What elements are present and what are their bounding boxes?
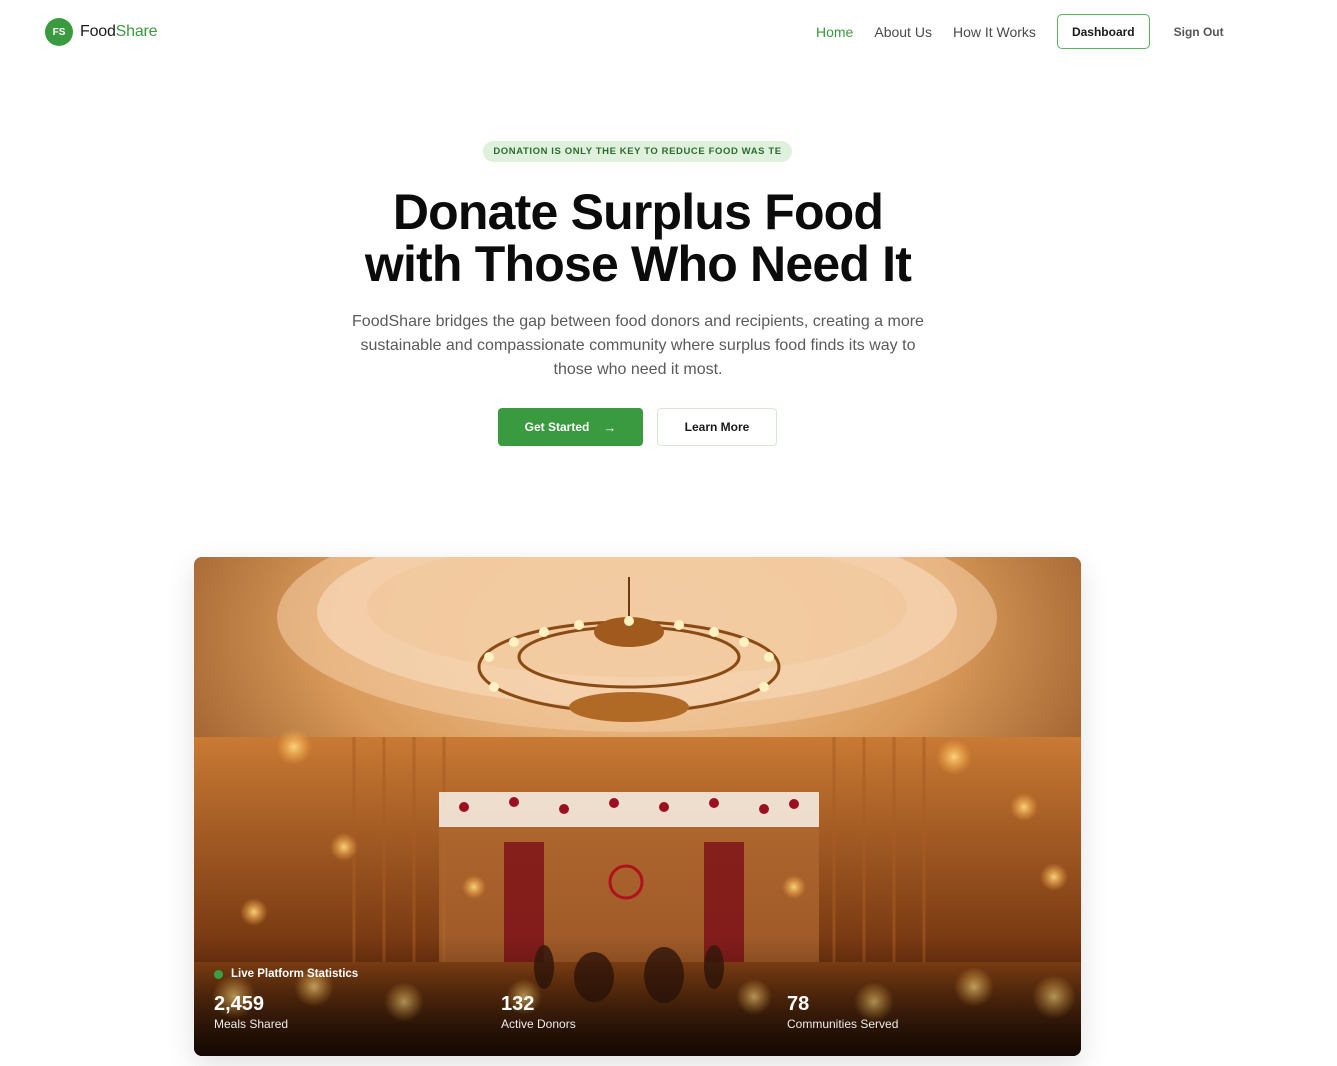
stat-value: 78 [787,993,810,1015]
brand-name-part1: Food [80,23,116,40]
learn-more-button[interactable]: Learn More [657,408,777,446]
brand-name: FoodShare [80,23,158,41]
stat-meals-shared: 2,459 Meals Shared [214,993,288,1031]
sign-out-link[interactable]: Sign Out [1174,25,1224,39]
nav-link-home[interactable]: Home [816,24,853,40]
stat-communities-served: 78 Communities Served [787,993,898,1031]
stat-label: Meals Shared [214,1017,289,1031]
top-navbar: FS FoodShare Home About Us How It Works … [0,0,1337,64]
hero-description: FoodShare bridges the gap between food d… [352,313,924,378]
logo-badge: FS [45,18,73,46]
stat-active-donors: 132 Active Donors [501,993,576,1031]
hero-image-card: Live Platform Statistics 2,459 Meals Sha… [194,557,1081,1056]
live-stats-indicator: Live Platform Statistics [214,968,358,980]
stat-label: Communities Served [787,1017,899,1031]
hero-title-line-1: Donate Surplus Food [392,184,884,240]
cta-row: Get Started → Learn More [498,408,777,446]
nav-links: Home About Us How It Works Dashboard Sig… [816,14,1224,49]
get-started-button[interactable]: Get Started → [498,408,643,446]
hero-title-line-2: with Those Who Need It [364,236,912,292]
stat-value: 2,459 [214,993,265,1015]
brand-name-part2: Share [115,23,158,40]
dashboard-button[interactable]: Dashboard [1056,14,1150,49]
nav-link-about[interactable]: About Us [874,24,932,40]
live-dot-icon [214,969,223,979]
arrow-right-icon: → [603,419,617,435]
tagline-badge: DONATION IS ONLY THE KEY TO REDUCE FOOD … [483,141,792,162]
stat-value: 132 [501,993,535,1015]
stats-overlay [194,936,1081,1056]
get-started-label: Get Started [524,420,590,434]
nav-link-how-it-works[interactable]: How It Works [953,24,1036,40]
brand-logo[interactable]: FS FoodShare [45,18,158,46]
hero-title: Donate Surplus Food with Those Who Need … [0,186,1276,290]
live-stats-label: Live Platform Statistics [231,968,359,980]
stat-label: Active Donors [501,1017,576,1031]
